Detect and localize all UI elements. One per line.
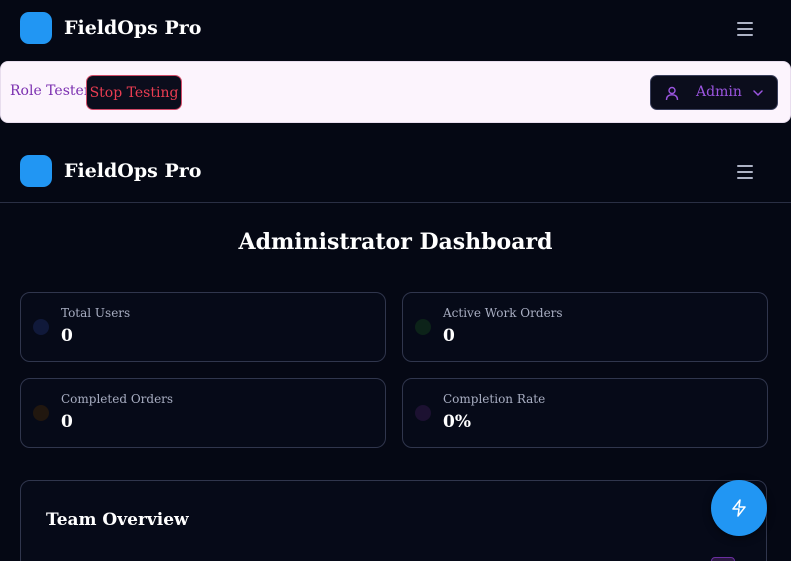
stat-value: 0 [61, 412, 73, 432]
rate-icon [415, 405, 431, 421]
stat-label: Completion Rate [443, 392, 546, 406]
role-tester-bar: Role Tester Stop Testing Admin [0, 61, 791, 123]
stat-label: Completed Orders [61, 392, 174, 406]
team-overview-card: Team Overview [20, 480, 767, 561]
stat-label: Total Users [61, 306, 131, 320]
completed-icon [33, 405, 49, 421]
chevron-down-icon [753, 90, 763, 97]
team-overview-title: Team Overview [46, 510, 189, 530]
page-title: Administrator Dashboard [238, 229, 553, 255]
stat-card-active-work-orders: Active Work Orders 0 [402, 292, 768, 362]
stat-card-completed-orders: Completed Orders 0 [20, 378, 386, 448]
selected-role: Admin [696, 84, 742, 100]
brand-name: FieldOps Pro [64, 160, 202, 182]
stat-value: 0% [443, 412, 471, 432]
quick-action-button[interactable] [711, 480, 767, 536]
stat-card-completion-rate: Completion Rate 0% [402, 378, 768, 448]
stat-value: 0 [443, 326, 455, 346]
stop-testing-button[interactable]: Stop Testing [86, 75, 182, 110]
user-icon [665, 86, 679, 101]
role-tester-label: Role Tester [10, 83, 91, 99]
stat-value: 0 [61, 326, 73, 346]
work-orders-icon [415, 319, 431, 335]
users-icon [33, 319, 49, 335]
top-app-bar: FieldOps Pro [0, 0, 791, 57]
stat-label: Active Work Orders [443, 306, 563, 320]
role-select[interactable]: Admin [650, 75, 778, 110]
menu-icon[interactable] [733, 161, 759, 183]
app-logo [20, 155, 52, 187]
brand-name: FieldOps Pro [64, 17, 202, 39]
dashboard-header: FieldOps Pro [0, 143, 791, 203]
team-badge[interactable] [711, 557, 735, 561]
app-logo [20, 12, 52, 44]
stat-card-total-users: Total Users 0 [20, 292, 386, 362]
menu-icon[interactable] [733, 18, 759, 40]
lightning-icon [732, 499, 746, 517]
